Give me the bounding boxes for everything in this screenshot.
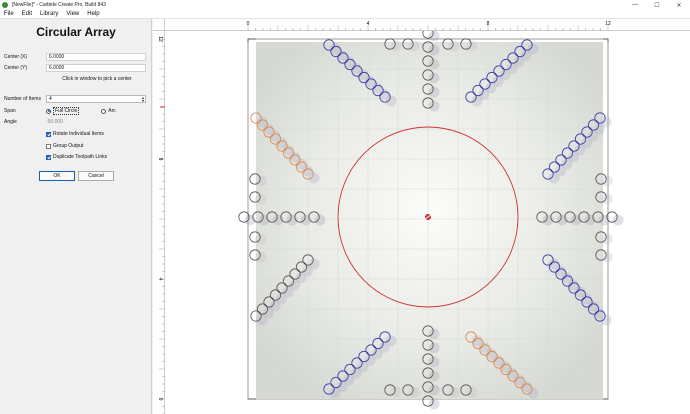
window-title: [NewFile]* - Carbide Create Pro, Build 8… (12, 2, 106, 8)
rotate-row[interactable]: Rotate Individual Items (46, 131, 104, 137)
photo-hole-ghost (428, 398, 440, 410)
photo-hole-ghost (255, 193, 267, 205)
arc-label[interactable]: Arc (108, 108, 116, 114)
photo-hole-ghost (600, 116, 612, 128)
menu-edit[interactable]: Edit (18, 11, 36, 17)
photo-hole-ghost (527, 43, 539, 55)
minimize-button[interactable]: — (624, 0, 646, 10)
span-row: Span Full Circle Arc (4, 107, 116, 115)
center-y-input[interactable]: 6.0000 (46, 64, 146, 72)
num-items-row: Number of Items 4 ▴ ▾ (4, 95, 146, 103)
num-items-stepper[interactable]: 4 ▴ ▾ (46, 95, 146, 103)
center-x-input[interactable]: 6.0000 (46, 53, 146, 61)
photo-hole-ghost (601, 233, 613, 245)
canvas-svg[interactable] (153, 19, 690, 414)
photo-hole-ghost (448, 40, 460, 52)
title-bar: [NewFile]* - Carbide Create Pro, Build 8… (0, 0, 690, 10)
center-x-row: Center (X) 6.0000 (4, 53, 146, 61)
angle-label: Angle (4, 119, 17, 125)
menu-help[interactable]: Help (83, 11, 103, 17)
photo-hole-ghost (466, 386, 478, 398)
group-row[interactable]: Group Output (46, 143, 83, 149)
span-label: Span (4, 108, 16, 114)
rotate-label[interactable]: Rotate Individual Items (53, 131, 104, 137)
photo-hole-ghost (408, 386, 420, 398)
photo-hole-ghost (428, 44, 440, 56)
photo-hole-ghost (428, 342, 440, 354)
full-circle-radio[interactable] (46, 108, 51, 114)
ruler-corner (153, 19, 165, 31)
photo-hole-ghost (527, 387, 539, 399)
num-items-value: 4 (49, 96, 52, 102)
group-label[interactable]: Group Output (53, 143, 83, 149)
center-y-row: Center (Y) 6.0000 (4, 64, 146, 72)
photo-hole-ghost (428, 370, 440, 382)
menu-bar: File Edit Library View Help (0, 10, 690, 19)
photo-hole-ghost (428, 328, 440, 340)
duplicate-row[interactable]: Duplicate Toolpath Links (46, 154, 107, 160)
photo-hole-ghost (466, 40, 478, 52)
panel-title: Circular Array (36, 25, 116, 39)
maximize-button[interactable]: ☐ (646, 0, 668, 10)
photo-hole-ghost (390, 40, 402, 52)
photo-hole-ghost (255, 233, 267, 245)
photo-hole-ghost (601, 193, 613, 205)
ruler-top-svg: 0 4 8 12 (247, 21, 611, 31)
angle-row: Angle -90.000 (4, 119, 63, 125)
angle-value: -90.000 (46, 119, 63, 125)
group-checkbox[interactable] (46, 143, 51, 149)
rotate-checkbox[interactable] (46, 131, 51, 137)
photo-hole-ghost (408, 40, 420, 52)
photo-hole-ghost (255, 251, 267, 263)
photo-hole-ghost (428, 58, 440, 70)
photo-hole-ghost (601, 251, 613, 263)
photo-hole-ghost (428, 72, 440, 84)
photo-hole-ghost (612, 214, 624, 226)
arc-radio[interactable] (101, 108, 107, 114)
ok-button[interactable]: OK (39, 171, 75, 181)
photo-hole-ghost (428, 86, 440, 98)
photo-hole-ghost (428, 100, 440, 112)
ruler-top: 0 4 8 12 (153, 19, 690, 31)
num-items-label: Number of Items (4, 96, 41, 102)
ruler-left: 12 8 4 0 (153, 31, 165, 414)
window-controls: — ☐ ✕ (624, 0, 690, 10)
center-y-label: Center (Y) (4, 65, 28, 71)
photo-hole-ghost (255, 175, 267, 187)
design-canvas[interactable] (153, 19, 690, 414)
array-center-marker[interactable] (424, 214, 432, 220)
photo-hole-ghost (600, 314, 612, 326)
cancel-button[interactable]: Cancel (78, 171, 114, 181)
photo-hole-ghost (314, 214, 326, 226)
full-circle-label[interactable]: Full Circle (53, 107, 80, 115)
menu-view[interactable]: View (62, 11, 83, 17)
photo-hole-ghost (256, 314, 268, 326)
menu-library[interactable]: Library (36, 11, 62, 17)
photo-hole-ghost (448, 386, 460, 398)
duplicate-label[interactable]: Duplicate Toolpath Links (53, 154, 107, 160)
menu-file[interactable]: File (0, 11, 18, 17)
photo-hole-ghost (428, 30, 440, 42)
ruler-left-svg: 12 8 4 0 (157, 36, 165, 414)
photo-hole-ghost (428, 384, 440, 396)
stepper-arrows-icon[interactable]: ▴ ▾ (142, 96, 144, 103)
app-logo-icon (2, 2, 8, 8)
photo-hole-ghost (329, 387, 341, 399)
photo-hole-ghost (428, 356, 440, 368)
duplicate-checkbox[interactable] (46, 154, 51, 160)
close-button[interactable]: ✕ (668, 0, 690, 10)
center-x-label: Center (X) (4, 54, 28, 60)
circular-array-panel: Circular Array Center (X) 6.0000 Center … (0, 19, 152, 414)
photo-hole-ghost (601, 175, 613, 187)
photo-hole-ghost (390, 386, 402, 398)
